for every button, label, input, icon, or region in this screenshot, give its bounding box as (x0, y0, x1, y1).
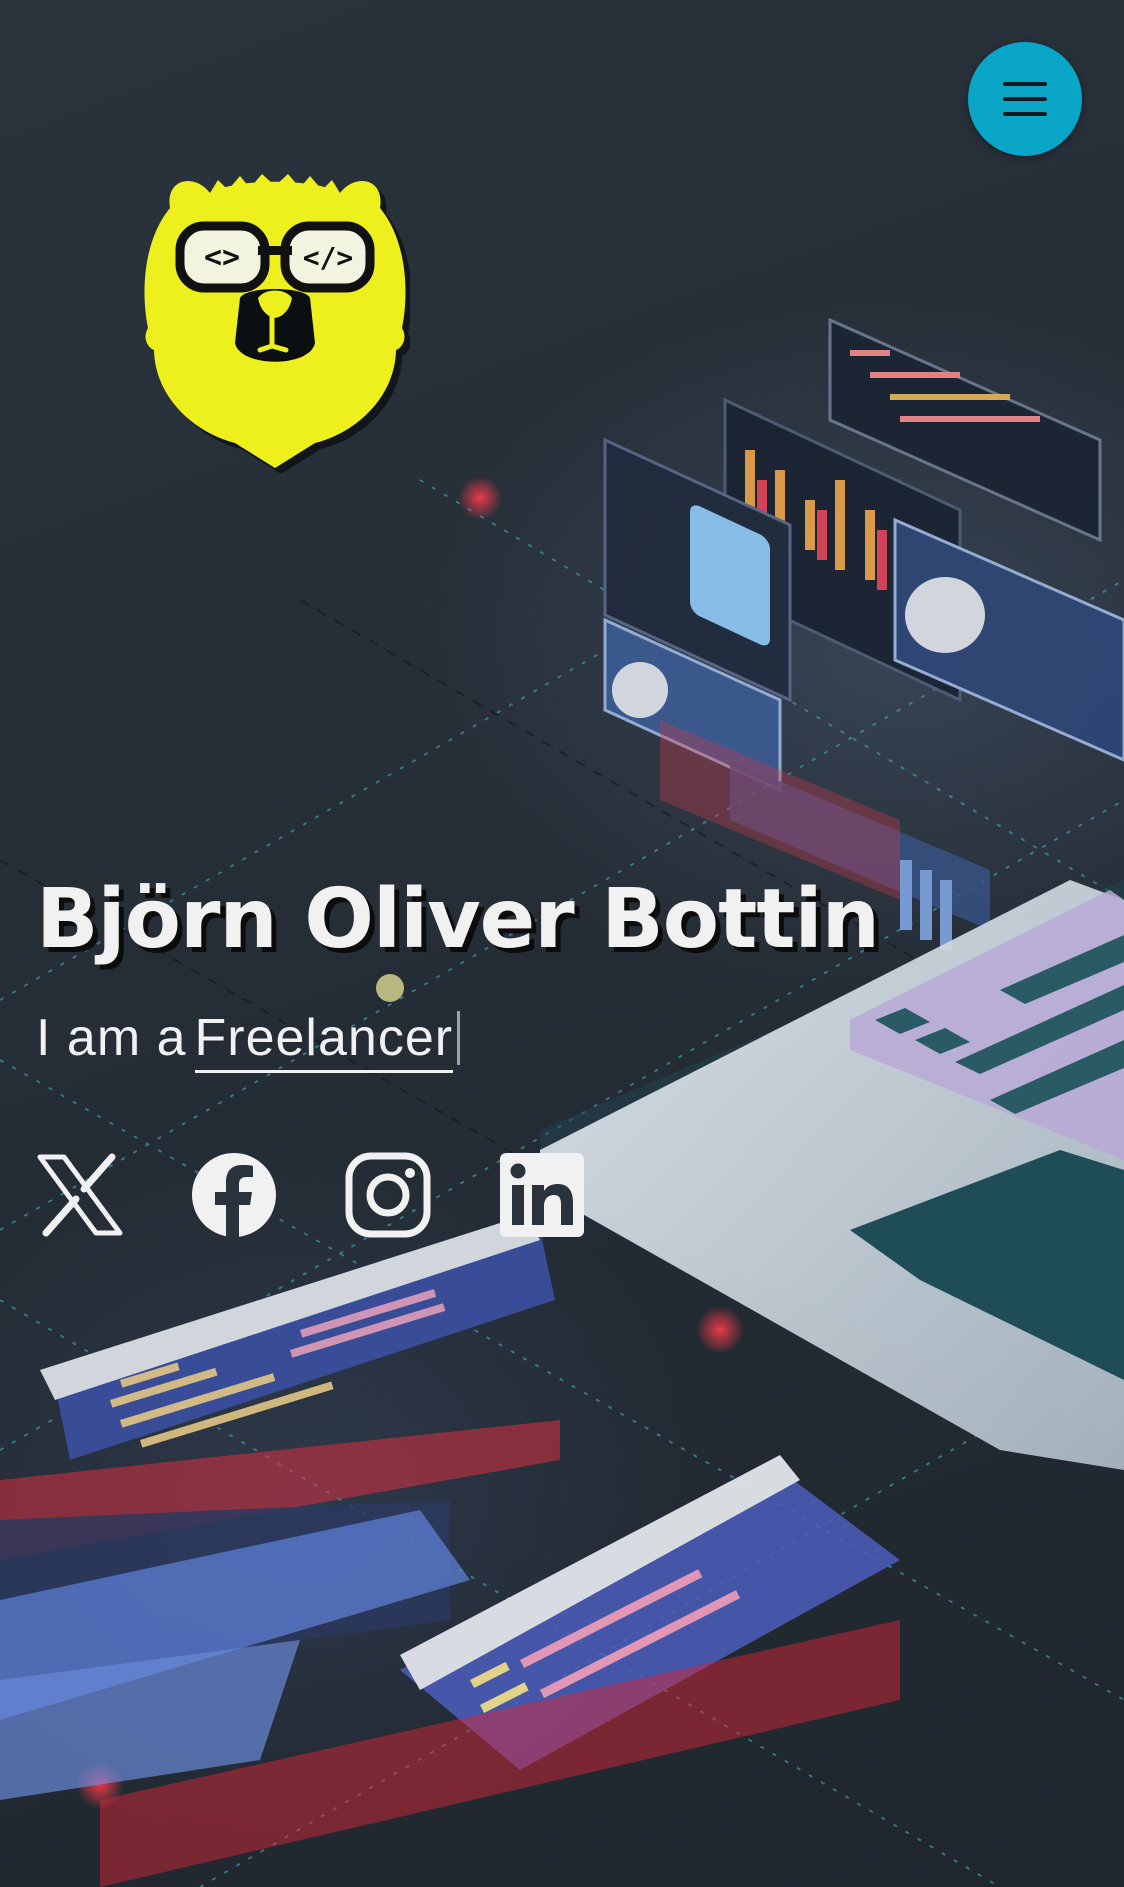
tagline-role: Freelancer (194, 1008, 454, 1073)
page-title: Björn Oliver Bottin (36, 872, 880, 967)
hamburger-icon (1003, 82, 1047, 116)
svg-text:</>: </> (303, 241, 354, 274)
facebook-link[interactable] (190, 1151, 278, 1239)
x-link[interactable] (36, 1151, 124, 1239)
linkedin-icon (500, 1153, 584, 1237)
instagram-icon (345, 1152, 431, 1238)
x-icon (37, 1153, 123, 1237)
social-links (36, 1150, 586, 1240)
menu-button[interactable] (968, 42, 1082, 156)
svg-text:<>: <> (204, 240, 240, 275)
typing-cursor (457, 1011, 461, 1065)
hero-section: <> </> Björn Oliver Bottin I am a Freelan… (0, 0, 1124, 1887)
tagline: I am a Freelancer (36, 1008, 461, 1073)
bear-with-glasses-logo: <> </> (144, 174, 410, 474)
linkedin-link[interactable] (498, 1151, 586, 1239)
tagline-prefix: I am a (36, 1009, 187, 1067)
instagram-link[interactable] (344, 1151, 432, 1239)
facebook-icon (192, 1153, 276, 1239)
